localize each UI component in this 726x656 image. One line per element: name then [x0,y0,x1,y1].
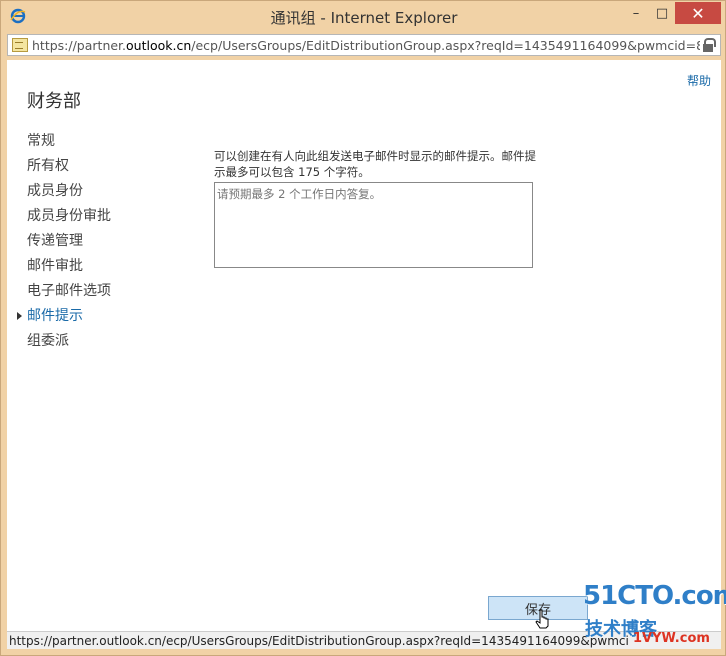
page-icon [12,38,28,52]
close-button[interactable]: ✕ [675,2,721,24]
page-content: 帮助 财务部 常规 所有权 成员身份 成员身份审批 传递管理 邮件审批 电子邮件… [7,60,721,631]
mailtip-textarea[interactable] [214,182,533,268]
help-link[interactable]: 帮助 [687,72,711,89]
status-bar: https://partner.outlook.cn/ecp/UsersGrou… [7,631,721,649]
section-nav: 常规 所有权 成员身份 成员身份审批 传递管理 邮件审批 电子邮件选项 邮件提示… [17,129,111,354]
nav-item-ownership[interactable]: 所有权 [27,154,111,179]
nav-item-email-options[interactable]: 电子邮件选项 [27,279,111,304]
nav-item-membership-approval[interactable]: 成员身份审批 [27,204,111,229]
title-bar: 通讯组 - Internet Explorer – □ ✕ [1,1,726,33]
browser-window: 通讯组 - Internet Explorer – □ ✕ https://pa… [0,0,726,656]
nav-item-mailtip[interactable]: 邮件提示 [17,304,111,329]
hand-cursor-icon [535,609,549,629]
page-title: 财务部 [27,91,81,112]
minimize-button[interactable]: – [623,2,649,24]
url-prefix: https://partner. [32,37,127,53]
address-bar[interactable]: https://partner.outlook.cn/ecp/UsersGrou… [7,34,721,56]
nav-item-membership[interactable]: 成员身份 [27,179,111,204]
nav-item-message-approval[interactable]: 邮件审批 [27,254,111,279]
mailtip-description: 可以创建在有人向此组发送电子邮件时显示的邮件提示。邮件提示最多可以包含 175 … [214,149,536,179]
nav-item-delivery-management[interactable]: 传递管理 [27,229,111,254]
window-title: 通讯组 - Internet Explorer [270,9,458,27]
nav-item-group-delegation[interactable]: 组委派 [27,329,111,354]
url-host: outlook.cn [126,37,192,53]
maximize-button[interactable]: □ [649,2,675,24]
url-path: /ecp/UsersGroups/EditDistributionGroup.a… [191,37,700,53]
lock-icon[interactable] [700,37,716,53]
url-text[interactable]: https://partner.outlook.cn/ecp/UsersGrou… [32,38,700,53]
nav-item-general[interactable]: 常规 [27,129,111,154]
